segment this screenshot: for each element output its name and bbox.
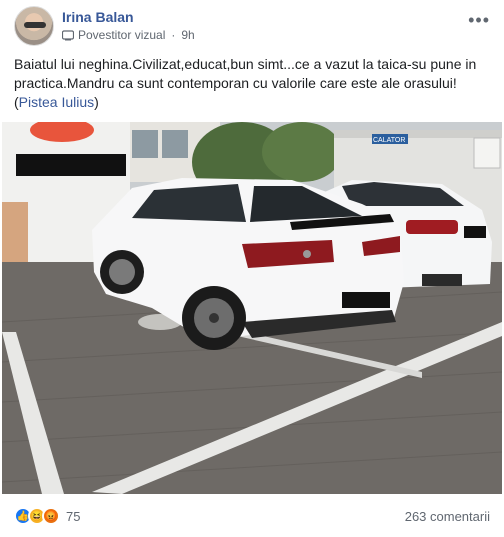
meta-separator: · (171, 28, 176, 42)
visual-storyteller-badge-icon (62, 29, 74, 40)
post-text-end: ) (94, 94, 99, 110)
author-avatar[interactable] (14, 6, 54, 46)
author-badge[interactable]: Povestitor vizual (78, 28, 165, 42)
more-options-icon[interactable]: ••• (468, 10, 490, 31)
author-name[interactable]: Irina Balan (62, 9, 134, 25)
facebook-post: Irina Balan Povestitor vizual · 9h ••• B… (0, 0, 504, 537)
reaction-count[interactable]: 75 (66, 509, 80, 524)
comments-count[interactable]: 263 comentarii (405, 509, 490, 524)
post-time[interactable]: 9h (181, 28, 194, 42)
post-photo[interactable]: CALATOR (2, 122, 502, 494)
post-footer: 👍 😆 😡 75 263 comentarii (14, 502, 490, 530)
post-text: Baiatul lui neghina.Civilizat,educat,bun… (14, 55, 492, 112)
censor-block (16, 154, 126, 176)
angry-reaction-icon: 😡 (42, 507, 60, 525)
censored-plate (342, 292, 390, 308)
avatar-glasses (24, 22, 46, 28)
post-meta: Povestitor vizual · 9h (62, 28, 195, 42)
tagged-link[interactable]: Pistea Iulius (19, 94, 94, 110)
parking-scene: CALATOR (2, 122, 502, 494)
reactions-summary[interactable]: 👍 😆 😡 75 (14, 507, 80, 525)
container-sign: CALATOR (373, 137, 405, 144)
post-header: Irina Balan Povestitor vizual · 9h ••• (14, 6, 490, 48)
